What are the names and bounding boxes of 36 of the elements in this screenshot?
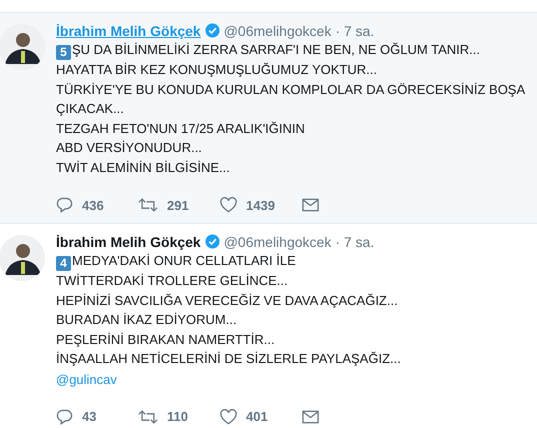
author-handle[interactable]: @06melihgokcek (224, 22, 332, 38)
heart-icon[interactable] (220, 197, 237, 213)
retweet-count: 291 (167, 198, 189, 212)
number-badge: 4 (56, 256, 71, 271)
tweet-text-line: HEPİNİZİ SAVCILIĞA VERECEĞİZ VE DAVA AÇACAĞIZ... (56, 292, 399, 310)
retweet-icon[interactable] (138, 408, 158, 424)
number-badge: 5 (56, 45, 71, 60)
tweet-text-line: TWİT ALEMİNİN BİLGİSİNE... (56, 158, 231, 176)
heart-icon[interactable] (220, 408, 237, 424)
reply-icon[interactable] (56, 408, 73, 424)
tweet-text-line: TÜRKİYE'YE BU KONUDA KURULAN KOMPLOLAR DA GÖRECEKSİNİZ BOŞA (56, 80, 526, 99)
tweet-text-line: TWİTTERDAKİ TROLLERE GELİNCE... (56, 272, 289, 290)
retweet-count: 110 (167, 409, 188, 424)
mention-link[interactable]: @gulincav (56, 372, 117, 386)
tweet-text-line: İNŞAALLAH NETİCELERİNİ DE SİZLERLE PAYLAŞAĞIZ... (56, 350, 402, 368)
author-handle[interactable]: @06melihgokcek (224, 234, 332, 250)
tweet-text-line: TEZGAH FETO'NUN 17/25 ARALIK'IĞININ (56, 120, 306, 138)
tweet-text-line: ABD VERSİYONUDUR... (56, 139, 203, 157)
tweet-time[interactable]: · 7 sa. (335, 22, 374, 38)
like-count: 1439 (246, 198, 275, 212)
author-name[interactable]: İbrahim Melih Gökçek (56, 22, 201, 38)
tweet-text-line: HAYATTA BİR KEZ KONUŞMUŞLUĞUMUZ YOKTUR... (56, 61, 378, 79)
like-count: 401 (246, 409, 268, 424)
retweet-icon[interactable] (138, 197, 158, 213)
tweet-text-line: ŞU DA BİLİNMELİKİ ZERRA SARRAF'I NE BEN, NE OĞLUM TANIR... (72, 42, 480, 57)
tweet-time[interactable]: · 7 sa. (335, 234, 374, 250)
envelope-icon[interactable] (302, 410, 319, 424)
reply-count: 43 (82, 409, 96, 424)
tweet-text-line: BURADAN İKAZ EDİYORUM... (56, 311, 238, 329)
tweet-text-line: MEDYA'DAKİ ONUR CELLATLARI İLE (72, 253, 296, 268)
envelope-icon[interactable] (302, 198, 319, 212)
tweet-text-line: ÇIKACAK... (56, 100, 125, 118)
reply-icon[interactable] (56, 197, 73, 213)
reply-count: 436 (82, 198, 104, 212)
author-name[interactable]: İbrahim Melih Gökçek (56, 234, 201, 250)
tweet-text-line: PEŞLERİNİ BIRAKAN NAMERTTİR... (56, 330, 276, 349)
